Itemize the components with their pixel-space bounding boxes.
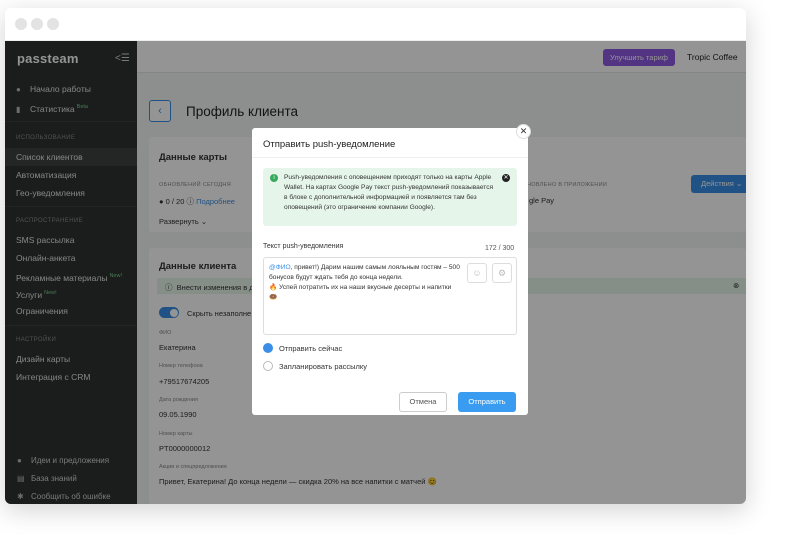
message-field-label: Текст push-уведомления bbox=[263, 243, 344, 250]
window-maximize-dot[interactable] bbox=[47, 18, 59, 30]
info-text: Push-уведомления с оповещением приходят … bbox=[284, 174, 494, 211]
cancel-button[interactable]: Отмена bbox=[399, 392, 447, 412]
gear-icon: ⚙ bbox=[497, 268, 507, 278]
send-button[interactable]: Отправить bbox=[458, 392, 516, 412]
schedule-label[interactable]: Запланировать рассылку bbox=[279, 362, 367, 371]
char-counter: 172 / 300 bbox=[485, 245, 515, 252]
window-close-dot[interactable] bbox=[15, 18, 27, 30]
info-alert: i Push-уведомления с оповещением приходя… bbox=[263, 168, 517, 226]
message-textarea[interactable]: @ФИО, привет!) Дарим нашим самым лояльны… bbox=[263, 257, 517, 335]
window-minimize-dot[interactable] bbox=[31, 18, 43, 30]
send-now-label[interactable]: Отправить сейчас bbox=[279, 344, 342, 353]
variable-insert-button[interactable]: ⚙ bbox=[492, 263, 512, 283]
app-window: passteam <☰ ● Начало работы ▮ Статистика Be… bbox=[5, 8, 746, 504]
close-alert-icon[interactable]: ✕ bbox=[502, 174, 510, 182]
schedule-radio[interactable] bbox=[263, 361, 273, 371]
send-now-radio[interactable] bbox=[263, 343, 273, 353]
push-notification-modal: Отправить push-уведомление ✕ i Push-увед… bbox=[252, 124, 531, 415]
info-icon: i bbox=[270, 174, 278, 182]
modal-title: Отправить push-уведомление bbox=[263, 139, 396, 150]
divider bbox=[252, 157, 528, 158]
mention-tag: @ФИО bbox=[269, 264, 291, 271]
message-text: @ФИО, привет!) Дарим нашим самым лояльны… bbox=[269, 264, 460, 301]
close-icon[interactable]: ✕ bbox=[516, 124, 531, 139]
emoji-picker-button[interactable]: ☺ bbox=[467, 263, 487, 283]
title-bar bbox=[5, 8, 746, 41]
smile-icon: ☺ bbox=[472, 268, 482, 278]
